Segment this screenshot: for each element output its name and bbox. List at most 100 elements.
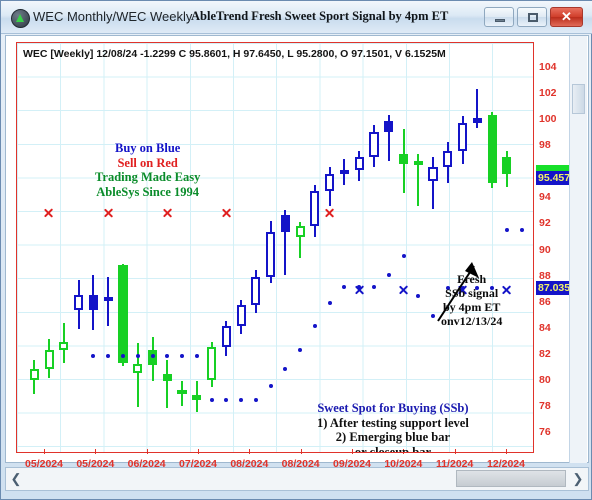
candle-body xyxy=(133,363,143,373)
horizontal-scrollbar[interactable]: ❮ ❯ xyxy=(5,467,589,491)
buy-signal-x-icon xyxy=(398,284,409,295)
candle-body xyxy=(339,169,349,174)
candle-body xyxy=(221,326,231,347)
maximize-button[interactable] xyxy=(517,7,547,27)
candle-body xyxy=(192,395,202,401)
candle-body xyxy=(206,346,217,380)
support-dot xyxy=(386,273,391,278)
fresh-signal-line-4: onv12/13/24 xyxy=(441,313,503,328)
x-axis-tick-mark xyxy=(249,449,251,454)
buy-signal-x-icon xyxy=(354,284,365,295)
y-axis-tick-label: 98 xyxy=(539,139,551,152)
vertical-scrollbar-thumb[interactable] xyxy=(572,84,585,114)
candle-body xyxy=(88,294,98,311)
support-dot xyxy=(401,253,406,258)
candle-body xyxy=(487,114,497,183)
candle-body xyxy=(325,173,335,191)
y-axis-tick-label: 84 xyxy=(539,321,551,334)
candle-body xyxy=(59,341,69,350)
x-axis-tick-mark xyxy=(198,449,199,454)
quote-info-line: WEC [Weekly] 12/08/24 -1.2299 C 95.8601,… xyxy=(23,48,446,60)
horizontal-scrollbar-track[interactable] xyxy=(26,468,568,490)
candle-body xyxy=(443,151,453,168)
slogan-line-4: AbleSys Since 1994 xyxy=(96,184,200,199)
support-dot xyxy=(431,313,436,318)
sweet-spot-item-2: 2) Emerging blue bar xyxy=(335,430,451,444)
candle-body xyxy=(44,349,54,370)
close-button[interactable]: ✕ xyxy=(550,7,583,27)
vertical-scrollbar[interactable] xyxy=(569,36,587,463)
close-icon: ✕ xyxy=(561,9,572,24)
price-plot[interactable]: WEC [Weekly] 12/08/24 -1.2299 C 95.8601,… xyxy=(16,42,534,453)
candle-body xyxy=(310,190,320,226)
sweet-spot-title: Sweet Spot for Buying (SSb) xyxy=(317,401,469,415)
sell-signal-x-icon xyxy=(44,207,55,218)
chart-client-area: WEC [Weekly] 12/08/24 -1.2299 C 95.8601,… xyxy=(5,35,589,470)
slogan-line-2: Sell on Red xyxy=(117,155,178,170)
x-axis-tick-mark xyxy=(146,449,148,454)
support-dot xyxy=(150,354,155,359)
y-axis-tick-label: 86 xyxy=(539,295,551,308)
y-axis-tick-label: 88 xyxy=(539,269,551,282)
support-dot xyxy=(268,384,273,389)
y-axis-tick-label: 76 xyxy=(539,425,551,438)
annotation-sweet-spot: Sweet Spot for Buying (SSb) 1) After tes… xyxy=(317,401,469,453)
y-axis-tick-label: 94 xyxy=(539,191,551,204)
candle-wick xyxy=(136,343,139,407)
support-dot xyxy=(120,354,125,359)
buy-signal-x-icon xyxy=(501,284,512,295)
fresh-signal-line-3: by 4pm ET xyxy=(442,299,501,314)
candle-body xyxy=(398,154,409,165)
minimize-button[interactable] xyxy=(484,7,514,27)
candle-body xyxy=(162,374,172,381)
sell-signal-x-icon xyxy=(221,207,232,218)
window-titlebar: WEC Monthly/WEC Weekly AbleTrend Fresh S… xyxy=(1,1,592,34)
x-axis-tick-mark xyxy=(506,449,507,454)
candle-body xyxy=(236,305,246,327)
candle-body xyxy=(280,215,290,233)
candle-body xyxy=(177,389,187,394)
y-axis-tick-label: 80 xyxy=(539,373,551,386)
chart-window: WEC Monthly/WEC Weekly AbleTrend Fresh S… xyxy=(0,0,592,500)
app-logo-icon xyxy=(11,9,30,28)
x-axis-tick-mark xyxy=(300,449,302,454)
maximize-icon xyxy=(528,13,538,22)
candle-body xyxy=(502,156,512,174)
x-axis-tick-mark xyxy=(44,449,45,454)
candle-body xyxy=(295,225,305,238)
candle-body xyxy=(74,294,84,311)
sell-signal-x-icon xyxy=(103,207,114,218)
annotation-slogan: Buy on Blue Sell on Red Trading Made Eas… xyxy=(95,141,200,199)
candle-body xyxy=(118,264,128,363)
y-axis-tick-label: 78 xyxy=(539,399,551,412)
candle-wick xyxy=(432,156,435,209)
candle-body xyxy=(457,122,468,152)
window-document-title: AbleTrend Fresh Sweet Sport Signal by 4p… xyxy=(191,9,449,23)
sell-signal-x-icon xyxy=(162,207,173,218)
candle-body xyxy=(103,297,113,302)
x-axis-tick-mark xyxy=(95,449,97,454)
scroll-left-icon[interactable]: ❮ xyxy=(6,468,26,490)
annotation-fresh-signal: Fresh SSb signal by 4pm ET onv12/13/24 xyxy=(441,272,503,329)
sweet-spot-item-1: 1) After testing support level xyxy=(317,415,469,430)
support-dot xyxy=(135,354,140,359)
scroll-right-icon[interactable]: ❯ xyxy=(568,468,588,490)
candle-body xyxy=(384,121,394,132)
candle-body xyxy=(369,131,379,157)
support-dot xyxy=(519,227,524,232)
window-app-label: WEC Monthly/WEC Weekly xyxy=(33,9,193,24)
horizontal-scrollbar-thumb[interactable] xyxy=(456,470,566,487)
support-dot xyxy=(194,354,199,359)
support-dot xyxy=(312,324,317,329)
y-axis-tick-label: 102 xyxy=(539,87,557,100)
fresh-signal-line-2: SSb signal xyxy=(445,285,499,300)
candle-body xyxy=(29,369,39,380)
candle-body xyxy=(472,117,482,123)
minimize-icon xyxy=(495,19,505,22)
sweet-spot-item-3: or closeup bar xyxy=(354,444,431,453)
candle-body xyxy=(413,160,423,165)
support-dot xyxy=(209,398,214,403)
y-axis-tick-label: 92 xyxy=(539,217,551,230)
support-dot xyxy=(371,284,376,289)
y-axis-tick-label: 90 xyxy=(539,243,551,256)
